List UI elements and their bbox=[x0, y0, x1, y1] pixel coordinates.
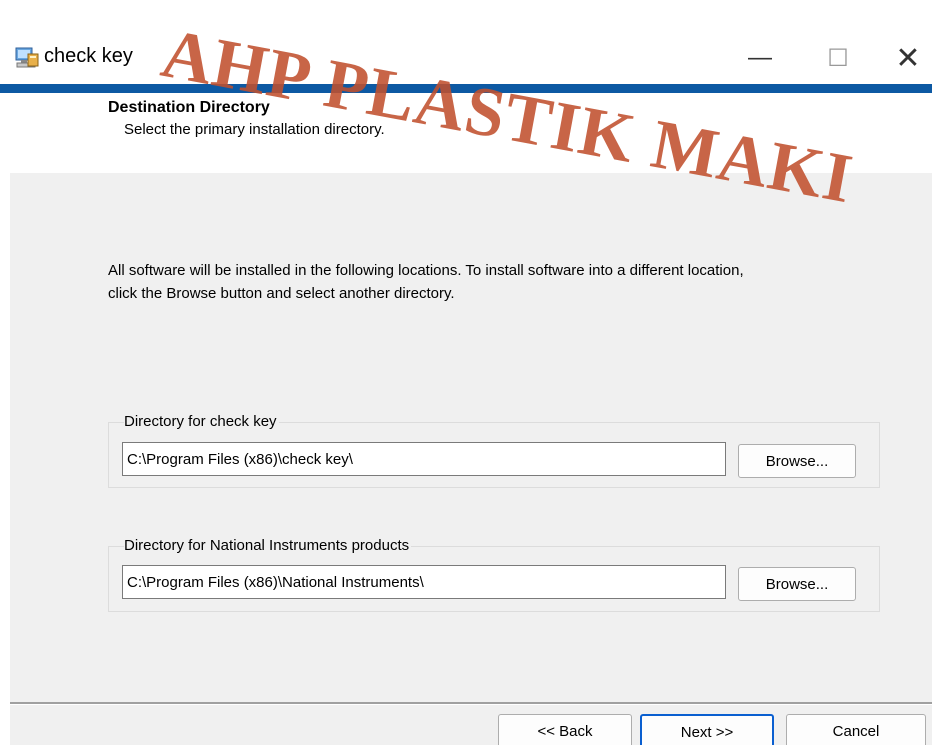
window-left-edge bbox=[0, 93, 10, 745]
next-button[interactable]: Next >> bbox=[640, 714, 774, 745]
page-subtitle: Select the primary installation director… bbox=[124, 121, 385, 138]
description-text: All software will be installed in the fo… bbox=[108, 262, 744, 302]
ni-products-directory-input[interactable] bbox=[122, 565, 726, 599]
footer-divider bbox=[10, 702, 932, 705]
ni-products-directory-label: Directory for National Instruments produ… bbox=[124, 537, 412, 554]
title-bar[interactable]: check key — ☐ ✕ bbox=[0, 0, 932, 84]
maximize-icon: ☐ bbox=[827, 44, 849, 72]
back-button[interactable]: << Back bbox=[498, 714, 632, 745]
installer-window: check key — ☐ ✕ Destination Directory Se… bbox=[0, 0, 932, 745]
accent-bar bbox=[0, 84, 932, 93]
maximize-button[interactable]: ☐ bbox=[808, 34, 868, 82]
close-icon: ✕ bbox=[895, 41, 921, 75]
minimize-button[interactable]: — bbox=[730, 34, 790, 82]
minimize-icon: — bbox=[748, 44, 772, 71]
check-key-directory-input[interactable] bbox=[122, 442, 726, 476]
window-title: check key bbox=[44, 45, 133, 67]
browse-check-key-button[interactable]: Browse... bbox=[738, 444, 856, 478]
check-key-directory-label: Directory for check key bbox=[124, 413, 279, 430]
cancel-button[interactable]: Cancel bbox=[786, 714, 926, 745]
installer-icon bbox=[15, 47, 39, 68]
page-title: Destination Directory bbox=[108, 99, 270, 116]
close-button[interactable]: ✕ bbox=[878, 34, 932, 82]
browse-ni-products-button[interactable]: Browse... bbox=[738, 567, 856, 601]
